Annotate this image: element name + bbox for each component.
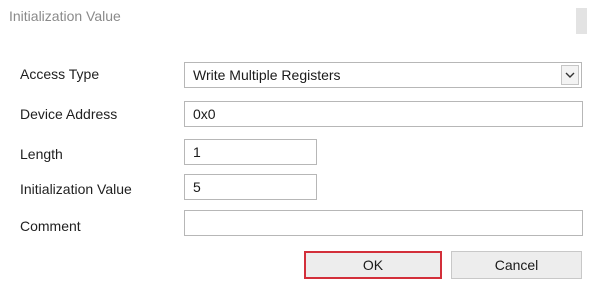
access-type-select[interactable]: Write Multiple Registers	[184, 62, 582, 88]
initialization-value-input[interactable]: 5	[184, 174, 317, 200]
device-address-label: Device Address	[20, 106, 118, 122]
length-input[interactable]: 1	[184, 139, 317, 165]
access-type-label: Access Type	[20, 66, 100, 82]
title-bar-handle	[576, 8, 587, 34]
length-label: Length	[20, 146, 63, 162]
comment-label: Comment	[20, 218, 81, 234]
dialog-title: Initialization Value	[9, 8, 121, 24]
initialization-value-dialog: Initialization Value Access Type Write M…	[0, 0, 589, 282]
cancel-button[interactable]: Cancel	[451, 251, 582, 279]
chevron-down-icon[interactable]	[561, 65, 579, 85]
access-type-selected-value: Write Multiple Registers	[193, 67, 341, 83]
comment-input[interactable]	[184, 210, 583, 236]
ok-button[interactable]: OK	[304, 251, 442, 279]
device-address-input[interactable]: 0x0	[184, 101, 583, 127]
initialization-value-label: Initialization Value	[20, 181, 132, 197]
